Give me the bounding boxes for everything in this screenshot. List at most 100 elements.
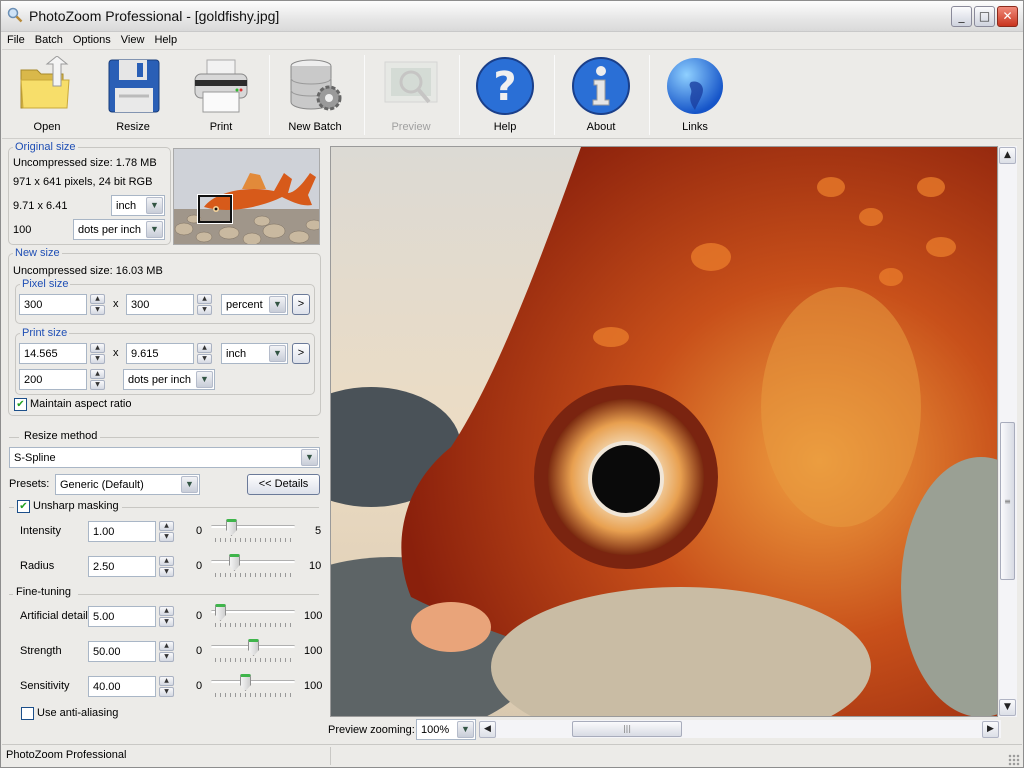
param-spinner[interactable]: ▲ ▼ xyxy=(159,606,174,627)
resize-label: Resize xyxy=(116,121,150,133)
param-value-input[interactable]: 40.00 xyxy=(88,676,156,697)
navigator-thumbnail[interactable] xyxy=(173,148,320,245)
slider-thumb[interactable] xyxy=(226,519,237,536)
spin-down-icon[interactable]: ▼ xyxy=(159,567,174,577)
menu-file[interactable]: File xyxy=(2,32,30,49)
vertical-scroll-thumb[interactable]: ≡ xyxy=(1000,422,1015,580)
maximize-button[interactable]: □ xyxy=(974,6,995,27)
print-size-more-button[interactable]: > xyxy=(292,343,310,364)
spin-up-icon[interactable]: ▲ xyxy=(197,294,212,304)
preview-horizontal-scrollbar[interactable]: ◀ ||| ▶ xyxy=(479,720,1001,738)
title-bar[interactable]: PhotoZoom Professional - [goldfishy.jpg]… xyxy=(1,1,1023,32)
resize-method-select[interactable]: S-Spline ▼ xyxy=(9,447,320,468)
slider-track[interactable] xyxy=(211,560,295,563)
navigator-viewport-rect[interactable] xyxy=(197,194,233,224)
resize-grip-icon[interactable] xyxy=(1008,754,1020,766)
print-height-input[interactable]: 9.615 xyxy=(126,343,194,364)
spin-up-icon[interactable]: ▲ xyxy=(159,676,174,686)
param-slider[interactable] xyxy=(211,639,295,665)
spin-up-icon[interactable]: ▲ xyxy=(90,369,105,379)
print-resolution-unit-select[interactable]: dots per inch ▼ xyxy=(123,369,215,390)
spin-up-icon[interactable]: ▲ xyxy=(159,556,174,566)
links-button[interactable]: Links xyxy=(655,51,735,137)
menu-batch[interactable]: Batch xyxy=(30,32,68,49)
scroll-left-button[interactable]: ◀ xyxy=(479,721,496,738)
spin-up-icon[interactable]: ▲ xyxy=(159,606,174,616)
open-button[interactable]: Open xyxy=(7,51,87,137)
divider xyxy=(78,594,319,595)
spin-down-icon[interactable]: ▼ xyxy=(90,354,105,364)
pixel-x-label: x xyxy=(113,298,119,310)
minimize-button[interactable]: _ xyxy=(951,6,972,27)
menu-help[interactable]: Help xyxy=(149,32,182,49)
about-button[interactable]: About xyxy=(561,51,641,137)
preview-button[interactable]: Preview xyxy=(371,51,451,137)
spin-down-icon[interactable]: ▼ xyxy=(90,305,105,315)
print-resolution-spinner[interactable]: ▲ ▼ xyxy=(90,369,105,390)
presets-select[interactable]: Generic (Default) ▼ xyxy=(55,474,200,495)
spin-down-icon[interactable]: ▼ xyxy=(159,617,174,627)
horizontal-scroll-thumb[interactable]: ||| xyxy=(572,721,682,737)
slider-thumb[interactable] xyxy=(248,639,259,656)
menu-view[interactable]: View xyxy=(116,32,150,49)
param-slider[interactable] xyxy=(211,519,295,545)
print-width-spinner[interactable]: ▲ ▼ xyxy=(90,343,105,364)
preview-vertical-scrollbar[interactable]: ▲ ≡ ▼ xyxy=(999,146,1017,717)
param-spinner[interactable]: ▲ ▼ xyxy=(159,556,174,577)
param-value-input[interactable]: 2.50 xyxy=(88,556,156,577)
original-unit-select[interactable]: inch ▼ xyxy=(111,195,165,216)
pixel-width-input[interactable]: 300 xyxy=(19,294,87,315)
pixel-unit-value: percent xyxy=(226,299,263,311)
print-height-spinner[interactable]: ▲ ▼ xyxy=(197,343,212,364)
new-batch-button[interactable]: New Batch xyxy=(275,51,355,137)
spin-down-icon[interactable]: ▼ xyxy=(197,354,212,364)
scroll-right-button[interactable]: ▶ xyxy=(982,721,999,738)
slider-track[interactable] xyxy=(211,680,295,683)
spin-down-icon[interactable]: ▼ xyxy=(90,380,105,390)
close-button[interactable]: ✕ xyxy=(997,6,1018,27)
pixel-unit-select[interactable]: percent ▼ xyxy=(221,294,288,315)
print-button[interactable]: Print xyxy=(181,51,261,137)
spin-up-icon[interactable]: ▲ xyxy=(90,294,105,304)
spin-down-icon[interactable]: ▼ xyxy=(197,305,212,315)
scroll-down-button[interactable]: ▼ xyxy=(999,699,1016,716)
maintain-aspect-checkbox[interactable]: ✔ xyxy=(14,398,27,411)
slider-thumb[interactable] xyxy=(240,674,251,691)
param-value-input[interactable]: 1.00 xyxy=(88,521,156,542)
pixel-width-spinner[interactable]: ▲ ▼ xyxy=(90,294,105,315)
param-slider[interactable] xyxy=(211,604,295,630)
preview-zoom-select[interactable]: 100% ▼ xyxy=(416,719,476,740)
resize-button[interactable]: Resize xyxy=(93,51,173,137)
param-slider[interactable] xyxy=(211,674,295,700)
anti-aliasing-checkbox[interactable] xyxy=(21,707,34,720)
spin-down-icon[interactable]: ▼ xyxy=(159,687,174,697)
param-slider[interactable] xyxy=(211,554,295,580)
pixel-height-spinner[interactable]: ▲ ▼ xyxy=(197,294,212,315)
original-resolution-unit-select[interactable]: dots per inch ▼ xyxy=(73,219,165,240)
help-button[interactable]: ? Help xyxy=(465,51,545,137)
details-button[interactable]: << Details xyxy=(247,474,320,495)
param-spinner[interactable]: ▲ ▼ xyxy=(159,521,174,542)
scroll-up-button[interactable]: ▲ xyxy=(999,147,1016,164)
slider-thumb[interactable] xyxy=(215,604,226,621)
param-value-input[interactable]: 5.00 xyxy=(88,606,156,627)
pixel-height-input[interactable]: 300 xyxy=(126,294,194,315)
print-resolution-input[interactable]: 200 xyxy=(19,369,87,390)
print-unit-select[interactable]: inch ▼ xyxy=(221,343,288,364)
menu-options[interactable]: Options xyxy=(68,32,116,49)
spin-up-icon[interactable]: ▲ xyxy=(159,521,174,531)
spin-up-icon[interactable]: ▲ xyxy=(90,343,105,353)
param-spinner[interactable]: ▲ ▼ xyxy=(159,676,174,697)
slider-track[interactable] xyxy=(211,525,295,528)
slider-thumb[interactable] xyxy=(229,554,240,571)
param-spinner[interactable]: ▲ ▼ xyxy=(159,641,174,662)
spin-down-icon[interactable]: ▼ xyxy=(159,652,174,662)
spin-down-icon[interactable]: ▼ xyxy=(159,532,174,542)
pixel-size-more-button[interactable]: > xyxy=(292,294,310,315)
preview-image-area[interactable] xyxy=(330,146,998,717)
print-width-input[interactable]: 14.565 xyxy=(19,343,87,364)
param-value-input[interactable]: 50.00 xyxy=(88,641,156,662)
spin-up-icon[interactable]: ▲ xyxy=(197,343,212,353)
unsharp-masking-checkbox[interactable]: ✔ xyxy=(17,500,30,513)
spin-up-icon[interactable]: ▲ xyxy=(159,641,174,651)
